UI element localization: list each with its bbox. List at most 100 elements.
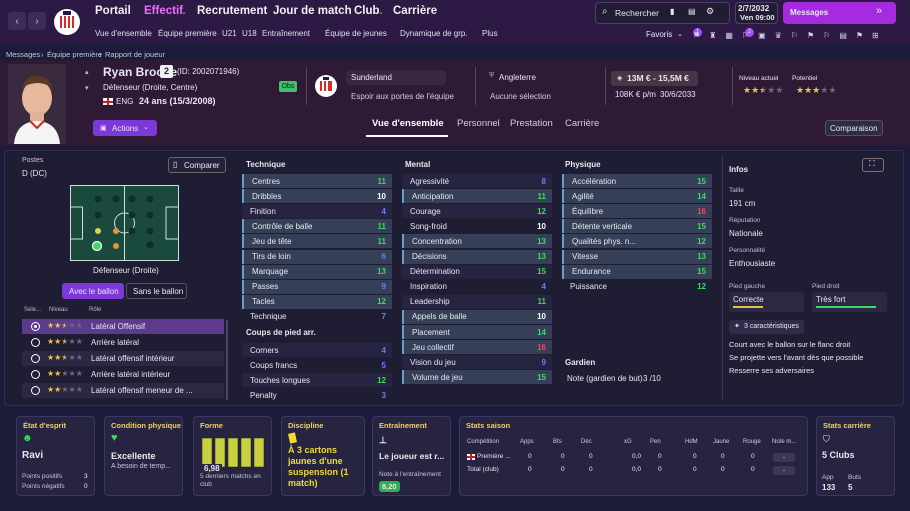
season-col-header[interactable]: xG (624, 439, 632, 445)
attribute-name: Marquage (252, 267, 289, 277)
chevron-down-icon: ⌄ (258, 9, 264, 16)
attribute-row[interactable]: Détermination 15 (402, 264, 552, 279)
subnav-vue-ensemble[interactable]: Vue d'ensemble (95, 29, 152, 38)
attribute-row[interactable]: Accélération 15 (562, 174, 712, 188)
attribute-row[interactable]: Courage 12 (402, 204, 552, 219)
without-ball-label: Sans le ballon (133, 287, 184, 296)
forward-button[interactable]: › (28, 12, 46, 30)
attribute-row[interactable]: Leadership 11 (402, 294, 552, 309)
attribute-row[interactable]: Centres 11 (242, 174, 392, 188)
attribute-row[interactable]: Anticipation 11 (402, 189, 552, 204)
move-up-icon[interactable]: ▴ (85, 68, 89, 76)
season-col-header[interactable]: Compétition (467, 439, 499, 445)
attribute-row[interactable]: Marquage 13 (242, 264, 392, 279)
role-radio[interactable] (31, 338, 40, 347)
season-col-header[interactable]: HdM (685, 439, 698, 445)
attribute-row[interactable]: Finition 4 (242, 204, 392, 219)
with-ball-label: Avec le ballon (69, 287, 119, 296)
notebook-icon[interactable]: ▮ (670, 7, 674, 16)
attribute-row[interactable]: Tacles 12 (242, 294, 392, 309)
clipboard-icon[interactable]: ▤ (688, 7, 696, 16)
player-contract: 30/6/2033 (660, 90, 696, 99)
attribute-row[interactable]: Technique 7 (242, 309, 392, 324)
breadcrumb-equipe[interactable]: Équipe première (47, 50, 102, 59)
attribute-row[interactable]: Touches longues 12 (242, 373, 392, 388)
attribute-name: Appels de balle (412, 312, 467, 322)
attribute-row[interactable]: Inspiration 4 (402, 279, 552, 294)
tab-personnel[interactable]: Personnel (457, 118, 500, 129)
attribute-row[interactable]: Détente verticale 15 (562, 219, 712, 234)
tab-vue-ensemble[interactable]: Vue d'ensemble (372, 118, 444, 129)
attribute-row[interactable]: Volume de jeu 15 (402, 370, 552, 385)
tab-carriere[interactable]: Carrière (565, 118, 599, 129)
nav-recrutement[interactable]: Recrutement (197, 5, 267, 17)
attribute-row[interactable]: Appels de balle 10 (402, 309, 552, 324)
attribute-row[interactable]: Agilité 14 (562, 189, 712, 204)
subnav-entrainement[interactable]: Entraînement (262, 29, 310, 38)
season-col-header[interactable]: Déc (581, 439, 592, 445)
attribute-value: 16 (697, 206, 706, 216)
attribute-name: Décisions (412, 252, 447, 261)
attribute-name: Détermination (410, 267, 460, 277)
attribute-row[interactable]: Vitesse 13 (562, 249, 712, 264)
role-radio[interactable] (31, 354, 40, 363)
club-name[interactable]: Sunderland (351, 73, 392, 82)
attribute-row[interactable]: Penalty 3 (242, 388, 392, 403)
nav-portail[interactable]: Portail (95, 5, 131, 17)
subnav-u18[interactable]: U18 (242, 29, 257, 38)
breadcrumb-messages[interactable]: Messages (6, 50, 40, 59)
attribute-row[interactable]: Équilibre 16 (562, 204, 712, 219)
move-down-icon[interactable]: ▾ (85, 84, 89, 92)
subnav-equipe-jeunes[interactable]: Équipe de jeunes (325, 29, 387, 38)
season-col-header[interactable]: Bts (553, 439, 562, 445)
subnav-u21[interactable]: U21 (222, 29, 237, 38)
role-radio[interactable] (31, 322, 40, 331)
season-col-header[interactable]: Pen (650, 439, 661, 445)
search-button[interactable]: Rechercher (615, 8, 659, 18)
favorite-shortcuts[interactable]: ⚑♜▦⚐▣♛⚐⚑⚐▤⚑⊞ (693, 31, 893, 40)
attribute-row[interactable]: Passes 9 (242, 279, 392, 294)
player-position: Défenseur (Droite, Centre) (103, 83, 198, 92)
attribute-row[interactable]: Song-froid 10 (402, 219, 552, 234)
obs-tag[interactable]: Obs (279, 81, 297, 92)
setpieces-title: Coups de pied arr. (246, 328, 316, 337)
attribute-row[interactable]: Placement 14 (402, 325, 552, 339)
attribute-row[interactable]: Dribbles 10 (242, 189, 392, 204)
attribute-value: 7 (381, 312, 386, 322)
nav-effectif[interactable]: Effectif (144, 5, 183, 17)
attribute-row[interactable]: Corners 4 (242, 343, 392, 357)
attribute-row[interactable]: Contrôle de balle 11 (242, 219, 392, 234)
season-col-header[interactable]: Jaune (713, 439, 729, 445)
comparison-label: Comparaison (830, 124, 878, 133)
tab-prestation[interactable]: Prestation (510, 118, 553, 129)
england-flag-icon (467, 454, 475, 460)
attribute-row[interactable]: Endurance 15 (562, 264, 712, 279)
favoris-menu[interactable]: Favoris (646, 30, 672, 39)
messages-label: Messages (790, 8, 829, 17)
attribute-row[interactable]: Concentration 13 (402, 234, 552, 249)
role-radio[interactable] (31, 386, 40, 395)
attribute-row[interactable]: Jeu de tête 11 (242, 234, 392, 249)
attribute-row[interactable]: Agressivité 8 (402, 174, 552, 188)
season-col-header[interactable]: Rouge (743, 439, 761, 445)
attribute-row[interactable]: Vision du jeu 9 (402, 355, 552, 370)
nav-club[interactable]: Club (354, 5, 380, 17)
subnav-plus[interactable]: Plus (482, 29, 498, 38)
attribute-row[interactable]: Puissance 12 (562, 279, 712, 294)
attribute-value: 15 (697, 176, 706, 186)
gear-icon[interactable]: ⚙ (706, 6, 714, 17)
role-radio[interactable] (31, 370, 40, 379)
actions-icon: ▣ (100, 125, 107, 132)
attribute-row[interactable]: Décisions 13 (402, 249, 552, 264)
season-col-header[interactable]: Note m... (772, 439, 796, 445)
attribute-row[interactable]: Tirs de loin 6 (242, 249, 392, 264)
season-col-header[interactable]: Apps (520, 439, 534, 445)
attribute-row[interactable]: Qualités phys. n... 12 (562, 234, 712, 249)
scrollbar[interactable] (226, 320, 228, 400)
attribute-row[interactable]: Jeu collectif 16 (402, 340, 552, 355)
back-button[interactable]: ‹ (8, 12, 26, 30)
subnav-equipe-premiere[interactable]: Équipe première (158, 29, 217, 38)
attribute-row[interactable]: Coups francs 5 (242, 358, 392, 373)
right-foot-bar (816, 306, 877, 308)
subnav-dynamique[interactable]: Dynamique de grp. (400, 29, 468, 38)
